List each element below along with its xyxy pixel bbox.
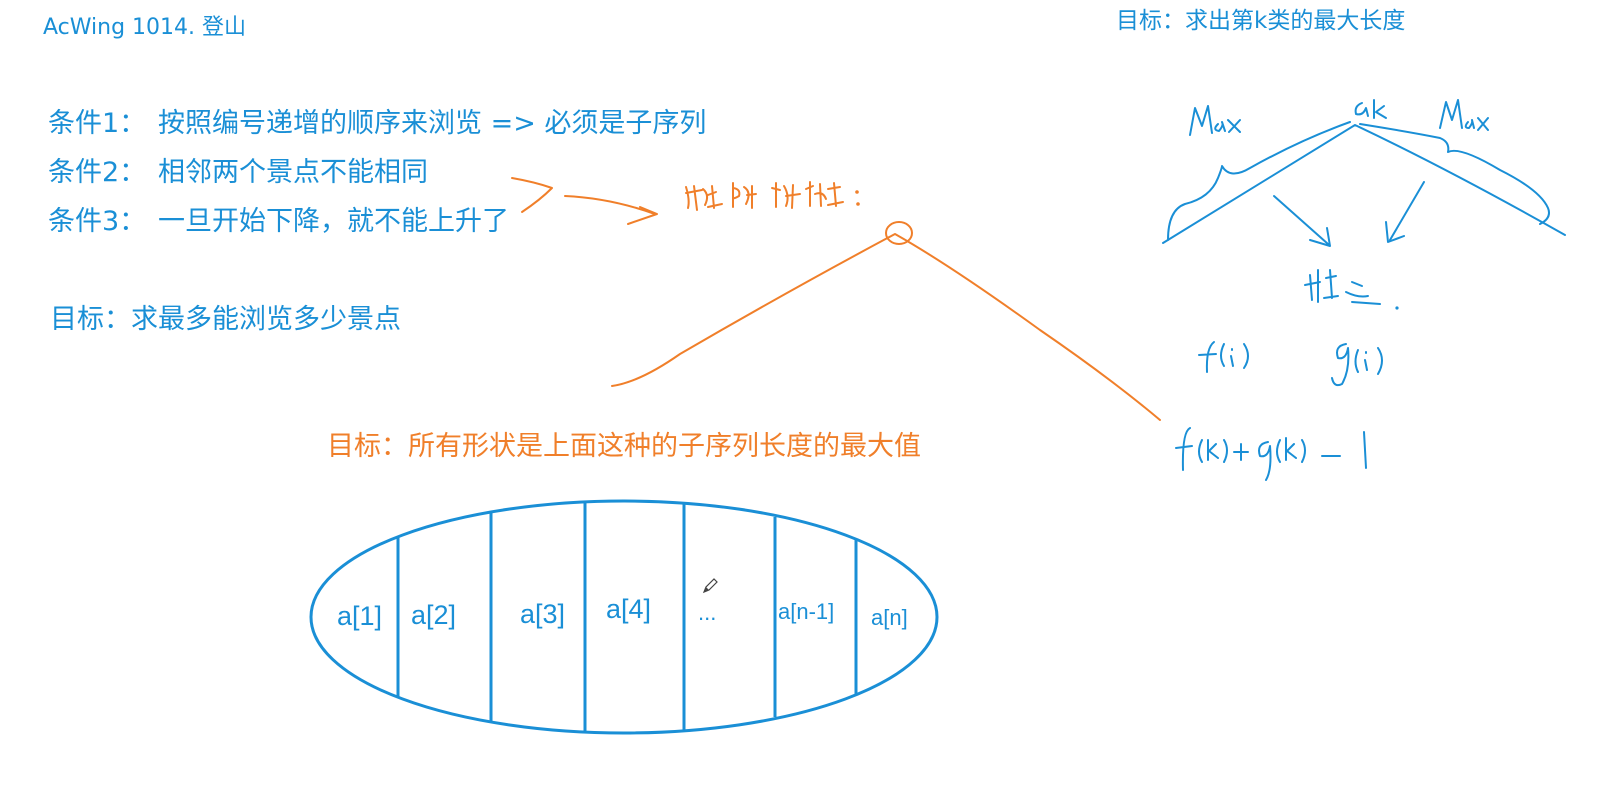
pencil-cursor-icon bbox=[702, 578, 718, 594]
array-cell: a[1] bbox=[337, 601, 382, 631]
orange-arrow bbox=[511, 177, 658, 225]
orange-mountain-sketch bbox=[611, 221, 1161, 421]
array-cell: a[3] bbox=[520, 599, 565, 629]
array-cell: a[4] bbox=[606, 594, 651, 624]
handwritten-path-shape-note bbox=[685, 181, 860, 211]
array-cell: a[n] bbox=[871, 605, 908, 630]
array-cell: a[n-1] bbox=[778, 599, 834, 624]
array-cell: a[2] bbox=[411, 600, 456, 630]
whiteboard-canvas: a[1] a[2] a[3] a[4] ... a[n-1] a[n] bbox=[309, 99, 1566, 735]
blue-mountain-sketch bbox=[1162, 99, 1566, 481]
array-diagram: a[1] a[2] a[3] a[4] ... a[n-1] a[n] bbox=[309, 499, 939, 735]
array-cell: ... bbox=[698, 600, 716, 625]
